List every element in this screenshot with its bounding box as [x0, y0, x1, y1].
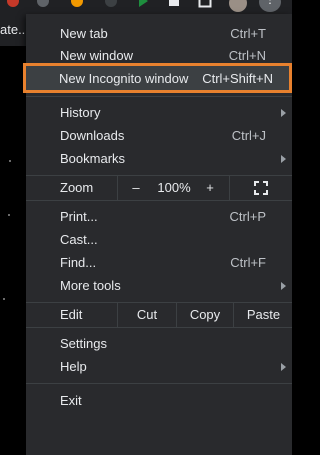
menu-item-shortcut: Ctrl+J	[231, 128, 266, 143]
menu-item-label: Bookmarks	[60, 151, 126, 166]
cut-button[interactable]: Cut	[117, 303, 176, 327]
extension-icon[interactable]	[6, 0, 20, 8]
background-star	[8, 214, 10, 216]
menu-item-shortcut: Ctrl+P	[229, 209, 266, 224]
submenu-arrow-icon	[281, 363, 286, 371]
zoom-out-button[interactable]: –	[117, 176, 154, 200]
menu-item-cast[interactable]: Cast...	[26, 228, 292, 251]
menu-item-label: Help	[60, 359, 87, 374]
menu-item-downloads[interactable]: Downloads Ctrl+J	[26, 124, 292, 147]
background-star	[9, 160, 11, 162]
menu-item-label: Settings	[60, 336, 107, 351]
menu-item-settings[interactable]: Settings	[26, 332, 292, 355]
menu-item-bookmarks[interactable]: Bookmarks	[26, 147, 292, 170]
paste-button[interactable]: Paste	[233, 303, 293, 327]
zoom-level: 100%	[157, 180, 191, 195]
zoom-label: Zoom	[60, 180, 94, 195]
extension-icon[interactable]	[36, 0, 50, 8]
submenu-arrow-icon	[281, 155, 286, 163]
menu-item-label: Print...	[60, 209, 98, 224]
menu-separator	[26, 200, 292, 201]
menu-item-shortcut: Ctrl+Shift+N	[202, 71, 273, 86]
menu-item-label: Cast...	[60, 232, 98, 247]
extension-icon[interactable]	[104, 0, 118, 8]
menu-item-label: Downloads	[60, 128, 125, 143]
menu-item-label: New Incognito window	[59, 71, 189, 86]
menu-item-new-tab[interactable]: New tab Ctrl+T	[26, 22, 292, 45]
menu-item-shortcut: Ctrl+F	[230, 255, 266, 270]
menu-item-label: More tools	[60, 278, 121, 293]
menu-item-history[interactable]: History	[26, 101, 292, 124]
window-icon[interactable]	[198, 0, 212, 8]
copy-button[interactable]: Copy	[176, 303, 233, 327]
play-icon[interactable]	[136, 0, 150, 8]
fullscreen-icon	[254, 181, 268, 195]
menu-item-exit[interactable]: Exit	[26, 389, 292, 412]
menu-item-help[interactable]: Help	[26, 355, 292, 378]
menu-separator	[26, 96, 292, 97]
menu-item-more-tools[interactable]: More tools	[26, 274, 292, 297]
submenu-arrow-icon	[281, 282, 286, 290]
zoom-row: Zoom – 100% +	[26, 176, 292, 200]
edit-row: Edit Cut Copy Paste	[26, 303, 292, 327]
highlight-callout: New Incognito window Ctrl+Shift+N	[23, 63, 292, 93]
menu-item-new-incognito-window[interactable]: New Incognito window Ctrl+Shift+N	[26, 67, 289, 90]
fullscreen-button[interactable]	[229, 176, 293, 200]
toolbar-icons: ⋮	[0, 0, 292, 12]
menu-item-label: Exit	[60, 393, 82, 408]
background-star	[3, 298, 5, 300]
menu-item-print[interactable]: Print... Ctrl+P	[26, 205, 292, 228]
submenu-arrow-icon	[281, 109, 286, 117]
menu-separator	[26, 383, 292, 384]
edit-label: Edit	[60, 307, 83, 322]
menu-item-find[interactable]: Find... Ctrl+F	[26, 251, 292, 274]
menu-item-shortcut: Ctrl+T	[230, 26, 266, 41]
extension-icon[interactable]	[70, 0, 84, 8]
puzzle-extensions-icon[interactable]	[167, 0, 181, 8]
menu-separator	[26, 327, 292, 328]
menu-item-label: New tab	[60, 26, 108, 41]
menu-item-label: History	[60, 105, 101, 120]
zoom-in-button[interactable]: +	[195, 176, 225, 200]
menu-item-label: Find...	[60, 255, 97, 270]
